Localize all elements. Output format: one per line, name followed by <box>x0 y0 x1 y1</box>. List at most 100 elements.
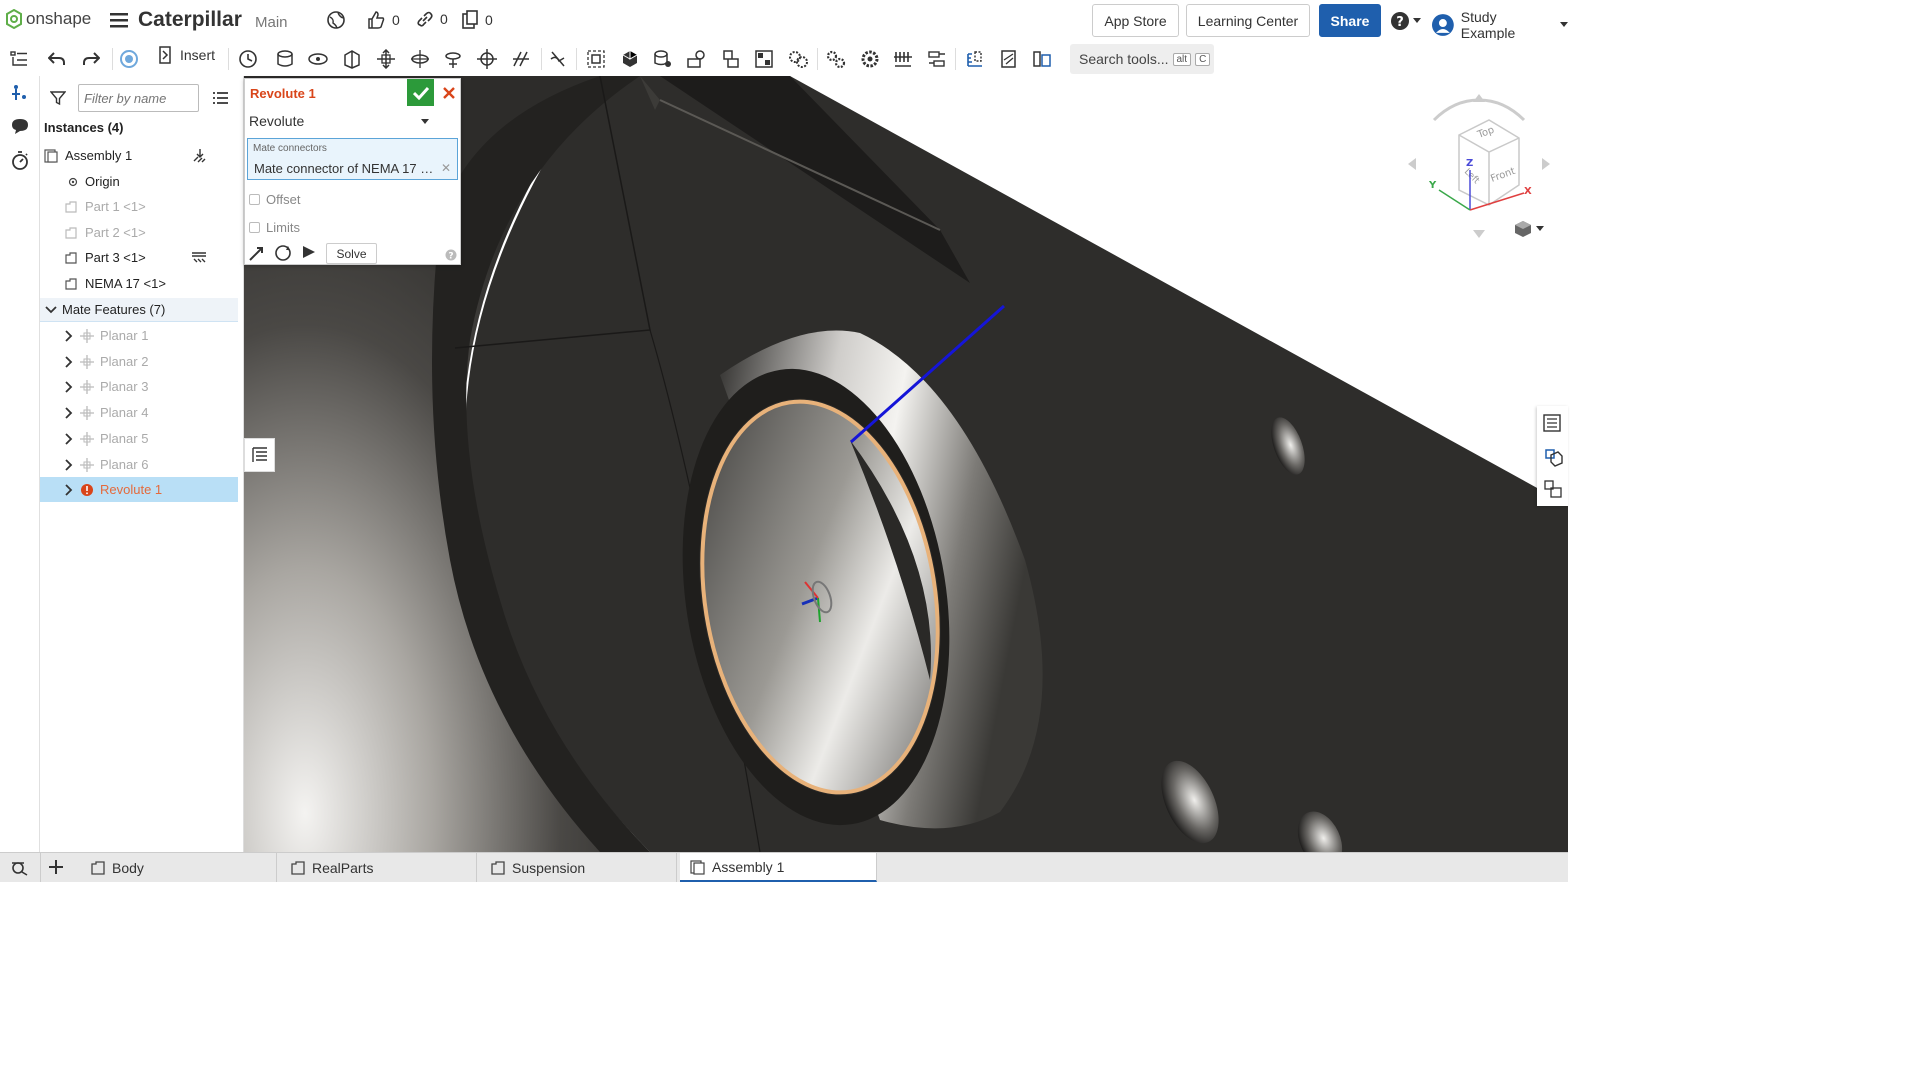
document-title[interactable]: Caterpillar <box>138 8 242 32</box>
feature-list-icon[interactable] <box>8 48 30 70</box>
revolute-mate-icon[interactable] <box>307 48 329 70</box>
screw-relation-icon[interactable] <box>859 48 881 70</box>
filter-input[interactable] <box>78 84 199 112</box>
fastened-mate-icon[interactable] <box>274 48 296 70</box>
mate-row-planar5[interactable]: Planar 5 <box>62 426 260 451</box>
pin-slot-mate-icon[interactable] <box>442 48 464 70</box>
instance-row-origin[interactable]: Origin <box>66 169 264 194</box>
mass-properties-icon[interactable] <box>998 48 1020 70</box>
tab-realparts[interactable]: RealParts <box>280 853 477 882</box>
planar-mate-icon <box>80 405 94 420</box>
search-tools-button[interactable]: Search tools... alt C <box>1070 44 1214 74</box>
linear-relation-icon[interactable] <box>892 48 914 70</box>
right-side-panel-tools <box>1537 406 1568 506</box>
mate-features-header-row[interactable]: Mate Features (7) <box>40 298 238 322</box>
mate-connector-icon[interactable] <box>118 48 140 70</box>
list-view-icon[interactable] <box>213 91 228 108</box>
hamburger-menu-icon[interactable] <box>110 12 128 31</box>
accept-button[interactable] <box>407 79 434 106</box>
mate-tree-icon[interactable] <box>8 82 32 106</box>
mate-row-revolute1[interactable]: Revolute 1 <box>40 477 238 502</box>
app-store-button[interactable]: App Store <box>1092 4 1179 37</box>
replicate-icon[interactable] <box>619 48 641 70</box>
measure-icon[interactable] <box>964 48 986 70</box>
reorient-icon[interactable] <box>273 243 293 266</box>
ball-mate-icon[interactable] <box>476 48 498 70</box>
instance-row-part3[interactable]: Part 3 <1> <box>64 245 262 270</box>
instance-row-assembly[interactable]: Assembly 1 <box>44 143 242 168</box>
brand-name: onshape <box>26 9 92 28</box>
circular-pattern-icon[interactable] <box>686 48 708 70</box>
cancel-button[interactable] <box>435 79 462 106</box>
add-tab-icon[interactable] <box>48 859 64 878</box>
copies-counter[interactable]: 0 <box>461 10 493 30</box>
instance-row-part2[interactable]: Part 2 <1> <box>64 220 262 245</box>
properties-icon[interactable] <box>1543 414 1561 435</box>
tab-manager-icon[interactable] <box>10 860 30 879</box>
error-icon <box>80 483 94 497</box>
flip-axis-icon[interactable] <box>248 244 266 265</box>
mate-connectors-field[interactable]: Mate connectors Mate connector of NEMA 1… <box>247 138 458 180</box>
help-menu[interactable]: ? <box>1390 11 1421 31</box>
section-view-icon[interactable] <box>1031 48 1053 70</box>
tangent-mate-icon[interactable] <box>547 48 569 70</box>
undo-icon[interactable] <box>46 48 68 70</box>
insert-button[interactable]: Insert <box>156 46 215 64</box>
animate-play-icon[interactable] <box>302 245 316 262</box>
onshape-logo[interactable]: onshape <box>6 9 91 29</box>
tab-suspension[interactable]: Suspension <box>480 853 677 882</box>
solve-button[interactable]: Solve <box>326 243 377 264</box>
offset-checkbox[interactable] <box>249 194 260 205</box>
mate-row-planar4[interactable]: Planar 4 <box>62 400 260 425</box>
linear-pattern-icon[interactable] <box>651 48 673 70</box>
stopwatch-icon[interactable] <box>8 148 32 172</box>
redo-icon[interactable] <box>80 48 102 70</box>
planar-mate-icon <box>80 457 94 472</box>
bill-of-materials-icon[interactable] <box>1543 479 1563 502</box>
clear-connector-icon[interactable]: ✕ <box>441 161 451 175</box>
limits-checkbox[interactable] <box>249 222 260 233</box>
slider-mate-icon[interactable] <box>341 48 363 70</box>
instance-label: Part 3 <1> <box>85 250 146 265</box>
group-icon[interactable] <box>585 48 607 70</box>
gear-relation-icon[interactable] <box>787 48 809 70</box>
filter-icon[interactable] <box>49 90 67 109</box>
mate-row-planar6[interactable]: Planar 6 <box>62 452 260 477</box>
cylindrical-mate-icon[interactable] <box>409 48 431 70</box>
likes-counter[interactable]: 0 <box>366 10 400 30</box>
limits-option[interactable]: Limits <box>249 220 300 235</box>
mate-row-planar3[interactable]: Planar 3 <box>62 374 260 399</box>
mate-connector-tool-icon[interactable] <box>720 48 742 70</box>
explode-view-icon[interactable] <box>753 48 775 70</box>
links-counter[interactable]: 0 <box>416 10 448 28</box>
insert-part-icon[interactable] <box>192 148 208 167</box>
appearance-icon[interactable] <box>1543 447 1563 470</box>
mate-type-select[interactable]: Revolute <box>249 113 435 135</box>
tab-body[interactable]: Body <box>80 853 277 882</box>
branch-name[interactable]: Main <box>255 14 288 31</box>
globe-icon[interactable] <box>326 10 346 33</box>
parallel-mate-icon[interactable] <box>510 48 532 70</box>
instance-row-part1[interactable]: Part 1 <1> <box>64 194 262 219</box>
tab-assembly-1[interactable]: Assembly 1 <box>680 853 877 882</box>
chevron-down-icon <box>44 303 58 317</box>
clock-icon[interactable] <box>237 48 259 70</box>
user-menu[interactable]: Study Example <box>1431 9 1568 41</box>
expand-feature-list-button[interactable] <box>244 438 275 472</box>
mate-row-planar1[interactable]: Planar 1 <box>62 323 260 348</box>
axis-z-label: Z <box>1466 158 1473 169</box>
rack-pinion-icon[interactable] <box>825 48 847 70</box>
learning-center-button[interactable]: Learning Center <box>1186 4 1310 37</box>
limits-icon[interactable] <box>926 48 948 70</box>
mate-row-planar2[interactable]: Planar 2 <box>62 349 260 374</box>
view-options-menu[interactable] <box>1514 220 1544 238</box>
chevron-right-icon <box>62 355 76 369</box>
share-button[interactable]: Share <box>1319 4 1381 37</box>
offset-option[interactable]: Offset <box>249 192 300 207</box>
instance-row-nema17[interactable]: NEMA 17 <1> <box>64 271 262 296</box>
planar-mate-icon[interactable] <box>375 48 397 70</box>
comments-icon[interactable] <box>8 114 32 138</box>
cube-view-icon <box>1515 221 1531 237</box>
help-icon[interactable]: ? <box>445 249 457 264</box>
thumbs-up-icon <box>368 11 385 29</box>
